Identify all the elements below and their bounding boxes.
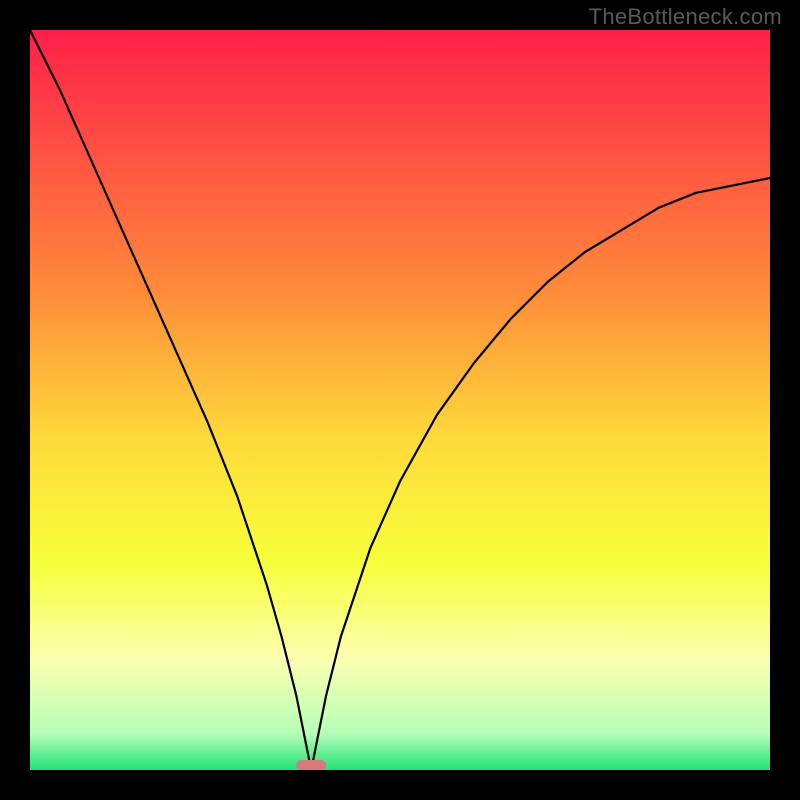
cusp-marker [296, 760, 326, 770]
chart-frame: TheBottleneck.com [0, 0, 800, 800]
watermark-text: TheBottleneck.com [589, 4, 782, 30]
plot-area [30, 30, 770, 770]
gradient-background [30, 30, 770, 770]
chart-svg [30, 30, 770, 770]
